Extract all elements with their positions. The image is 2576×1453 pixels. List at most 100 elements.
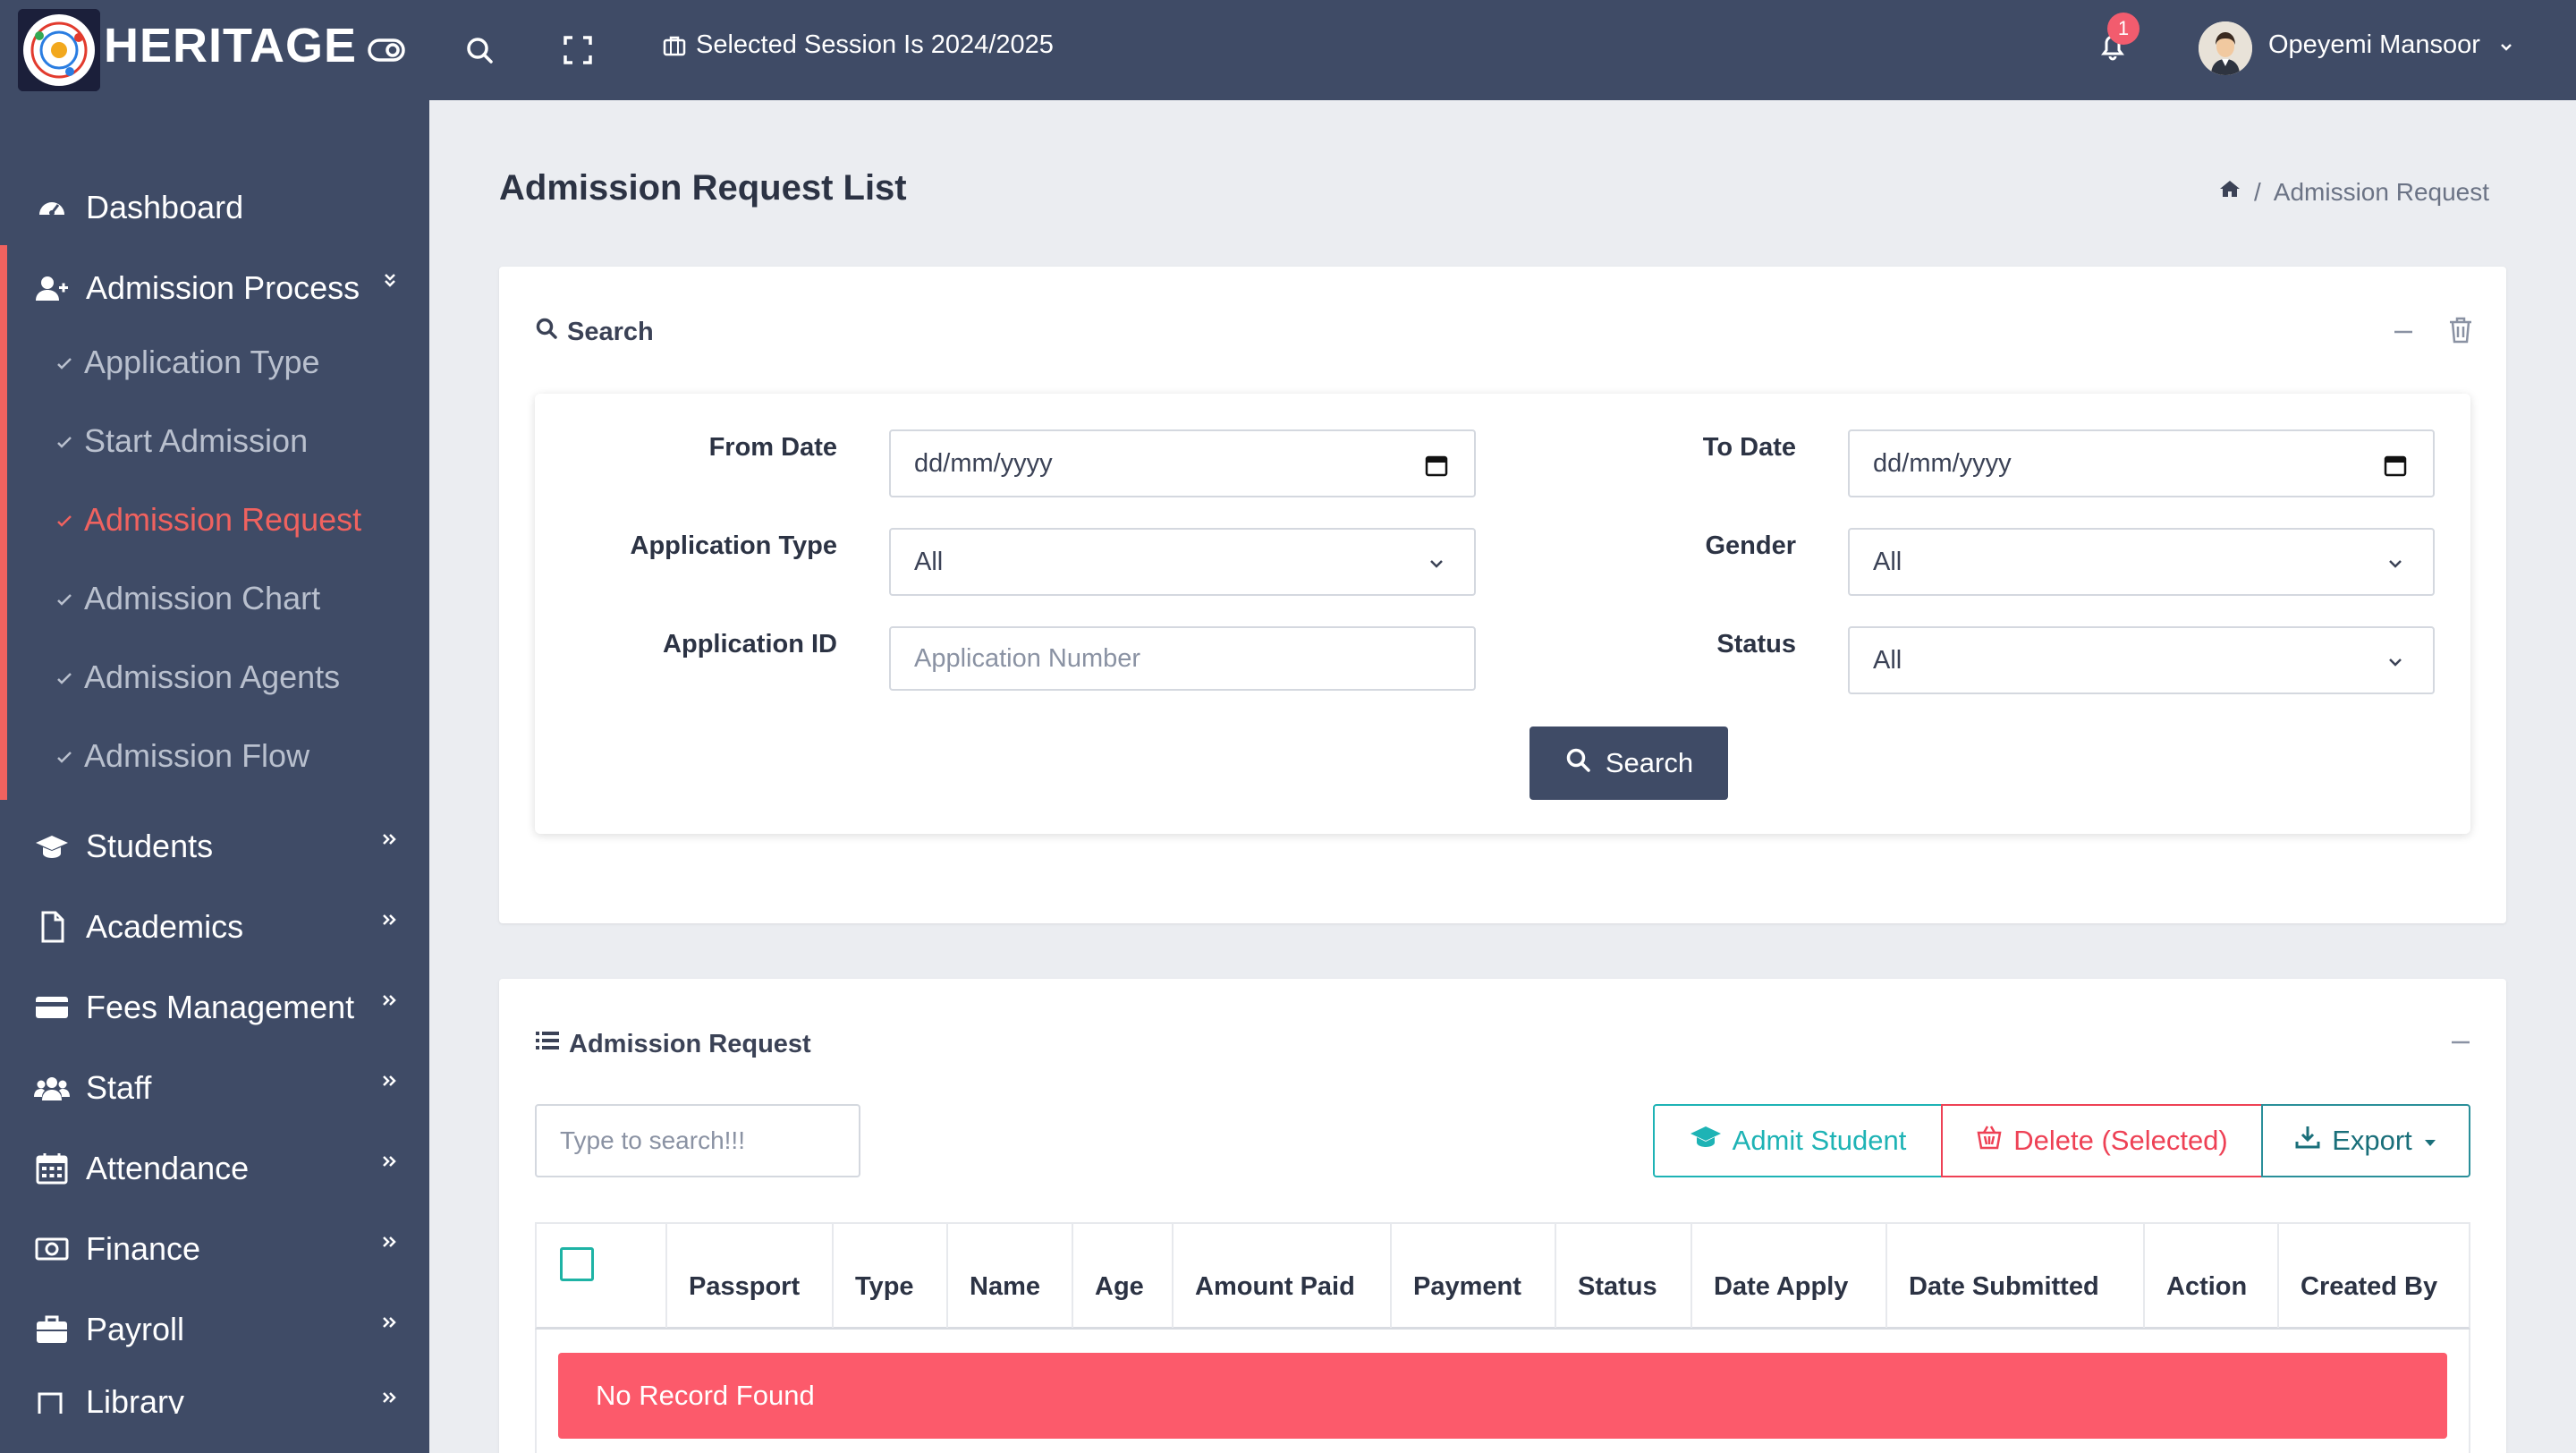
chevrons-right-icon bbox=[379, 1387, 401, 1408]
search-icon[interactable] bbox=[460, 30, 499, 70]
search-button[interactable]: Search bbox=[1530, 726, 1728, 800]
submenu-item-admission-chart[interactable]: Admission Chart bbox=[0, 567, 429, 632]
submenu-item-admission-flow[interactable]: Admission Flow bbox=[0, 725, 429, 789]
submenu-label: Admission Chart bbox=[84, 580, 321, 616]
check-icon bbox=[54, 589, 75, 610]
sidebar-item-admission-process[interactable]: Admission Process bbox=[0, 256, 429, 320]
school-logo[interactable] bbox=[18, 9, 100, 91]
chevrons-right-icon bbox=[379, 909, 401, 930]
sidebar-item-finance[interactable]: Finance bbox=[0, 1217, 429, 1281]
column-header-name[interactable]: Name bbox=[948, 1224, 1073, 1328]
column-header-created-by[interactable]: Created By bbox=[2279, 1224, 2469, 1328]
download-icon bbox=[2294, 1124, 2321, 1158]
collapse-icon[interactable] bbox=[2447, 1029, 2474, 1056]
table-search-input[interactable]: Type to search!!! bbox=[535, 1104, 860, 1177]
sidebar: Dashboard Admission Process Application … bbox=[0, 100, 429, 1453]
select-all-checkbox[interactable] bbox=[560, 1247, 594, 1281]
column-header-amount-paid[interactable]: Amount Paid bbox=[1174, 1224, 1392, 1328]
application-id-label: Application ID bbox=[663, 630, 837, 659]
list-icon bbox=[535, 1029, 560, 1059]
sidebar-item-students[interactable]: Students bbox=[0, 814, 429, 879]
search-icon bbox=[1564, 746, 1591, 780]
column-header-status[interactable]: Status bbox=[1556, 1224, 1692, 1328]
calendar-icon[interactable] bbox=[1424, 453, 1449, 478]
from-date-label: From Date bbox=[708, 433, 837, 462]
column-header-type[interactable]: Type bbox=[834, 1224, 948, 1328]
home-icon[interactable] bbox=[2218, 177, 2241, 207]
sidebar-item-payroll[interactable]: Payroll bbox=[0, 1297, 429, 1362]
column-header-action[interactable]: Action bbox=[2145, 1224, 2279, 1328]
export-label: Export bbox=[2332, 1125, 2412, 1156]
chevrons-right-icon bbox=[379, 828, 401, 850]
sidebar-item-label: Attendance bbox=[86, 1150, 250, 1186]
sidebar-item-attendance[interactable]: Attendance bbox=[0, 1136, 429, 1201]
column-header-age[interactable]: Age bbox=[1073, 1224, 1174, 1328]
submenu-label: Application Type bbox=[84, 344, 320, 380]
delete-selected-button[interactable]: Delete (Selected) bbox=[1941, 1104, 2263, 1177]
notification-badge: 1 bbox=[2107, 13, 2140, 45]
sidebar-item-staff[interactable]: Staff bbox=[0, 1056, 429, 1120]
search-button-label: Search bbox=[1605, 747, 1694, 778]
submenu-item-start-admission[interactable]: Start Admission bbox=[0, 410, 429, 474]
submenu-label: Admission Agents bbox=[84, 659, 341, 695]
graduation-cap-icon bbox=[1690, 1124, 1722, 1158]
search-icon bbox=[535, 317, 558, 347]
sidebar-toggle-icon[interactable] bbox=[367, 30, 406, 70]
admit-student-button[interactable]: Admit Student bbox=[1653, 1104, 1943, 1177]
chevron-down-icon[interactable] bbox=[2496, 36, 2517, 57]
sidebar-item-label: Academics bbox=[86, 908, 244, 945]
submenu-item-admission-agents[interactable]: Admission Agents bbox=[0, 646, 429, 710]
sidebar-item-label: Fees Management bbox=[86, 989, 355, 1025]
admit-student-label: Admit Student bbox=[1732, 1125, 1907, 1156]
money-icon bbox=[34, 1231, 70, 1267]
top-navbar: HERITAGE Selected Session Is 2024/2025 1… bbox=[0, 0, 2576, 100]
column-header-date-apply[interactable]: Date Apply bbox=[1692, 1224, 1887, 1328]
sidebar-item-dashboard[interactable]: Dashboard bbox=[0, 175, 429, 240]
graduation-cap-icon bbox=[34, 828, 70, 864]
briefcase-icon bbox=[34, 1312, 70, 1347]
sidebar-item-fees-management[interactable]: Fees Management bbox=[0, 975, 429, 1040]
submenu-label: Admission Flow bbox=[84, 737, 310, 774]
table-header: Passport Type Name Age Amount Paid Payme… bbox=[535, 1222, 2470, 1330]
column-header-date-submitted[interactable]: Date Submitted bbox=[1887, 1224, 2145, 1328]
column-header-passport[interactable]: Passport bbox=[667, 1224, 834, 1328]
sidebar-item-label: Library bbox=[86, 1383, 185, 1414]
application-type-select[interactable]: All bbox=[889, 528, 1476, 596]
table-card-header: Admission Request bbox=[535, 1029, 811, 1059]
sidebar-item-label: Payroll bbox=[86, 1311, 185, 1347]
gender-select[interactable]: All bbox=[1848, 528, 2435, 596]
caret-down-icon bbox=[2423, 1125, 2437, 1157]
to-date-value: dd/mm/yyyy bbox=[1873, 448, 2012, 478]
session-indicator[interactable]: Selected Session Is 2024/2025 bbox=[662, 30, 1054, 60]
submenu-item-admission-request[interactable]: Admission Request bbox=[0, 489, 429, 553]
sidebar-item-academics[interactable]: Academics bbox=[0, 895, 429, 959]
breadcrumb-current: Admission Request bbox=[2273, 177, 2490, 206]
sidebar-item-label: Staff bbox=[86, 1069, 152, 1106]
sidebar-item-label: Dashboard bbox=[86, 189, 244, 225]
trash-icon[interactable] bbox=[2447, 315, 2474, 345]
from-date-input[interactable]: dd/mm/yyyy bbox=[889, 429, 1476, 497]
chevrons-right-icon bbox=[379, 1070, 401, 1092]
chevrons-right-icon bbox=[379, 990, 401, 1011]
delete-selected-label: Delete (Selected) bbox=[2013, 1125, 2228, 1156]
application-id-input[interactable]: Application Number bbox=[889, 626, 1476, 691]
application-type-value: All bbox=[914, 547, 944, 576]
export-dropdown-button[interactable]: Export bbox=[2261, 1104, 2470, 1177]
fullscreen-icon[interactable] bbox=[558, 30, 597, 70]
sidebar-item-label: Students bbox=[86, 828, 214, 864]
user-name[interactable]: Opeyemi Mansoor bbox=[2268, 30, 2480, 60]
submenu-label: Admission Request bbox=[84, 501, 362, 538]
gender-label: Gender bbox=[1705, 531, 1796, 560]
status-label: Status bbox=[1716, 630, 1796, 659]
submenu-item-application-type[interactable]: Application Type bbox=[0, 331, 429, 395]
calendar-icon[interactable] bbox=[2383, 453, 2408, 478]
status-select[interactable]: All bbox=[1848, 626, 2435, 694]
session-text: Selected Session Is 2024/2025 bbox=[696, 30, 1054, 59]
gender-value: All bbox=[1873, 547, 1902, 576]
to-date-input[interactable]: dd/mm/yyyy bbox=[1848, 429, 2435, 497]
user-avatar[interactable] bbox=[2199, 21, 2252, 75]
chevrons-down-icon bbox=[379, 270, 401, 292]
collapse-icon[interactable] bbox=[2390, 319, 2417, 345]
sidebar-item-library[interactable]: Library bbox=[0, 1378, 429, 1414]
column-header-payment[interactable]: Payment bbox=[1392, 1224, 1556, 1328]
